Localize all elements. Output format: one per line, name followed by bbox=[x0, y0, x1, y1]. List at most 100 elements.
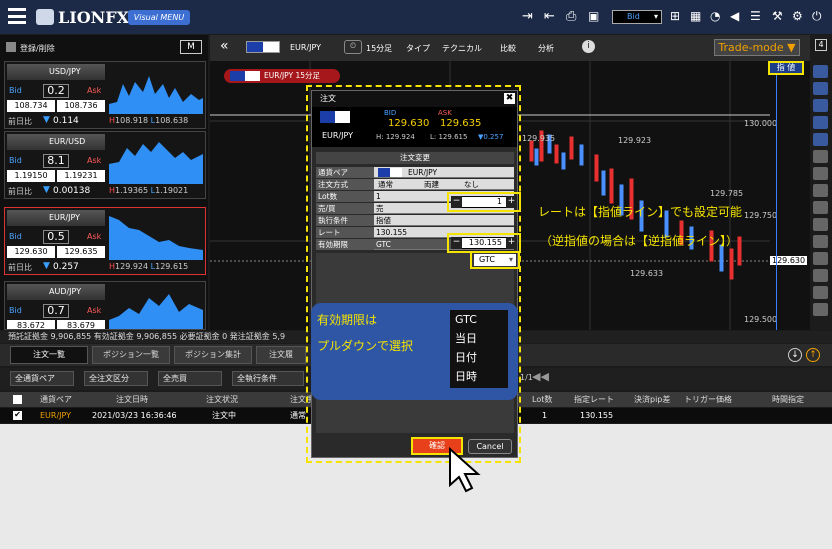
compare-button[interactable]: 比較 bbox=[500, 43, 516, 54]
lot-stepper[interactable]: − 1 + bbox=[451, 196, 517, 208]
link-icon[interactable] bbox=[813, 116, 828, 129]
filter-order-type[interactable]: 全注文区分 bbox=[84, 371, 148, 386]
dialog-ask[interactable]: 129.635 bbox=[440, 118, 481, 129]
option-today[interactable]: 当日 bbox=[450, 329, 508, 348]
bid-button[interactable]: 129.630 bbox=[7, 246, 55, 258]
menu-icon[interactable] bbox=[8, 8, 26, 24]
section-title: 注文変更 bbox=[316, 152, 514, 164]
vertical-line-icon[interactable] bbox=[813, 201, 828, 214]
register-delete-label[interactable]: 登録/削除 bbox=[20, 43, 55, 54]
print-icon[interactable]: ⎙ bbox=[566, 9, 576, 24]
channel-icon[interactable] bbox=[813, 218, 828, 231]
megaphone-icon[interactable]: ◀ bbox=[730, 9, 739, 23]
bid-label: BID bbox=[384, 109, 397, 117]
trash-icon[interactable] bbox=[813, 303, 828, 316]
bid-button[interactable]: 108.734 bbox=[7, 100, 55, 112]
import-icon[interactable]: ⇤ bbox=[544, 9, 555, 24]
power-icon[interactable]: ⏻ bbox=[812, 9, 822, 24]
method-none[interactable]: なし bbox=[464, 179, 479, 190]
dialog-bid[interactable]: 129.630 bbox=[388, 118, 429, 129]
fibonacci-icon[interactable] bbox=[813, 235, 828, 248]
export-icon[interactable]: ⇥ bbox=[522, 9, 533, 24]
analysis-button[interactable]: 分析 bbox=[538, 43, 554, 54]
spread: 8.1 bbox=[43, 154, 69, 168]
pair-card-eurjpy[interactable]: EUR/JPY Bid 0.5 Ask 129.630 129.635 前日比 … bbox=[4, 207, 206, 275]
layout-icon[interactable]: ⊞ bbox=[670, 9, 680, 23]
crosshair-icon[interactable] bbox=[813, 133, 828, 146]
ask-button[interactable]: 1.19231 bbox=[57, 170, 105, 182]
minus-icon[interactable]: − bbox=[451, 196, 462, 208]
select-all-checkbox[interactable] bbox=[13, 395, 22, 404]
horizontal-line-icon[interactable] bbox=[813, 184, 828, 197]
high-low: H129.924 L129.615 bbox=[109, 262, 189, 271]
info-icon[interactable]: i bbox=[582, 40, 595, 53]
ask-button[interactable]: 83.679 bbox=[57, 320, 105, 329]
tab-position-list[interactable]: ポジション一覧 bbox=[92, 346, 170, 364]
news-icon[interactable]: ☰ bbox=[750, 9, 761, 23]
technical-button[interactable]: テクニカル bbox=[442, 43, 482, 54]
mail-icon[interactable] bbox=[813, 65, 828, 78]
dialog-rate-header: EUR/JPY BID ASK 129.630 129.635 H: 129.9… bbox=[312, 107, 517, 147]
option-datetime[interactable]: 日時 bbox=[450, 367, 508, 386]
grid-icon[interactable]: ▦ bbox=[690, 9, 701, 23]
bid-button[interactable]: 1.19150 bbox=[7, 170, 55, 182]
scroll-up-icon[interactable]: ↑ bbox=[806, 348, 820, 362]
pie-chart-icon[interactable]: ◔ bbox=[710, 9, 720, 23]
cursor-icon[interactable] bbox=[813, 99, 828, 112]
pair-card-usdjpy[interactable]: USD/JPY Bid 0.2 Ask 108.734 108.736 前日比 … bbox=[4, 61, 206, 129]
ask-label: ASK bbox=[438, 109, 452, 117]
rate-stepper[interactable]: − 130.155 + bbox=[451, 237, 517, 249]
interval-button[interactable]: 15分足 bbox=[366, 43, 392, 54]
chevron-down-icon: ▾ bbox=[653, 12, 658, 21]
tab-order-history[interactable]: 注文履 bbox=[256, 346, 306, 364]
gear-icon[interactable]: ⚙ bbox=[792, 9, 803, 23]
tab-order-list[interactable]: 注文一覧 bbox=[10, 346, 88, 364]
collapse-left-icon[interactable]: « bbox=[220, 38, 229, 54]
price-label-129500: 129.500 bbox=[744, 315, 778, 324]
plus-icon[interactable]: + bbox=[506, 196, 517, 208]
filter-currency-pair[interactable]: 全通貨ペア bbox=[10, 371, 74, 386]
filter-side[interactable]: 全売買 bbox=[158, 371, 222, 386]
ray-line-icon[interactable] bbox=[813, 167, 828, 180]
register-icon[interactable] bbox=[6, 42, 16, 52]
save-icon[interactable]: ▣ bbox=[588, 9, 599, 23]
price-type-select[interactable]: Bid ▾ bbox=[612, 10, 662, 24]
lot-stepper-value: 1 bbox=[496, 197, 502, 206]
row-checkbox[interactable]: ✔ bbox=[13, 411, 22, 420]
trade-mode-button[interactable]: Trade-mode ▼ bbox=[714, 39, 800, 56]
m-button[interactable]: M bbox=[180, 40, 202, 54]
close-icon[interactable]: ✖ bbox=[504, 93, 515, 104]
limit-line[interactable] bbox=[776, 75, 777, 330]
text-icon[interactable] bbox=[813, 269, 828, 282]
plus-icon[interactable]: + bbox=[506, 237, 517, 249]
filter-exec-condition[interactable]: 全執行条件 bbox=[232, 371, 304, 386]
ask-button[interactable]: 108.736 bbox=[57, 100, 105, 112]
chart-pair[interactable]: EUR/JPY bbox=[290, 43, 321, 52]
lot-value: 1 bbox=[376, 192, 381, 201]
visual-menu-button[interactable]: Visual MENU bbox=[128, 10, 190, 25]
trend-line-icon[interactable] bbox=[813, 150, 828, 163]
tools-icon[interactable]: ⚒ bbox=[772, 9, 783, 23]
method-normal[interactable]: 通常 bbox=[378, 179, 393, 190]
eraser-icon[interactable] bbox=[813, 286, 828, 299]
alarm-icon[interactable] bbox=[813, 82, 828, 95]
wave-icon[interactable] bbox=[813, 252, 828, 265]
pair-card-eurusd[interactable]: EUR/USD Bid 8.1 Ask 1.19150 1.19231 前日比 … bbox=[4, 131, 206, 199]
col-rate: 指定レート bbox=[574, 395, 614, 404]
ask-button[interactable]: 129.635 bbox=[57, 246, 105, 258]
bid-button[interactable]: 83.672 bbox=[7, 320, 55, 329]
expiry-select[interactable]: GTC ▾ bbox=[474, 254, 516, 266]
pair-card-audjpy[interactable]: AUD/JPY Bid 0.7 Ask 83.672 83.679 bbox=[4, 281, 206, 330]
method-label: 注文方式 bbox=[316, 179, 374, 190]
limit-line-badge[interactable]: 指 値 bbox=[768, 61, 804, 75]
tab-position-summary[interactable]: ポジション集計 bbox=[174, 346, 252, 364]
pair-name: USD/JPY bbox=[7, 64, 105, 80]
type-button[interactable]: タイプ bbox=[406, 43, 430, 54]
option-gtc[interactable]: GTC bbox=[450, 310, 508, 329]
method-both[interactable]: 両建 bbox=[424, 179, 439, 190]
scroll-down-icon[interactable]: ↓ bbox=[788, 348, 802, 362]
price-type-value: Bid bbox=[627, 12, 640, 21]
minus-icon[interactable]: − bbox=[451, 237, 462, 249]
prev-page-icon[interactable]: ◀◀ bbox=[532, 370, 549, 383]
option-date[interactable]: 日付 bbox=[450, 348, 508, 367]
